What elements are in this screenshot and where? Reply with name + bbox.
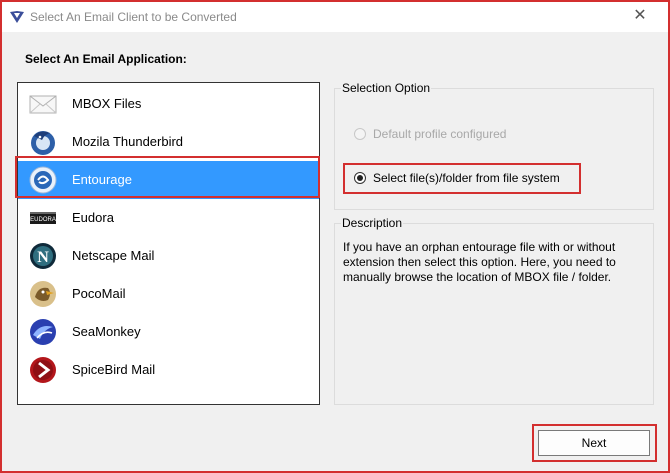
close-button[interactable]: ✕ [630,6,650,26]
list-item-eudora[interactable]: EUDORA Eudora [18,199,319,237]
spicebird-icon [30,357,56,383]
email-application-list: MBOX Files Mozila Thunderbird Entourage [17,82,320,405]
radio-select-file-system-label: Select file(s)/folder from file system [373,171,560,185]
list-item-netscape-mail[interactable]: N Netscape Mail [18,237,319,275]
list-item-pocomail[interactable]: PocoMail [18,275,319,313]
description-text: If you have an orphan entourage file wit… [343,240,616,284]
svg-text:N: N [37,249,49,266]
email-application-label: Select An Email Application: [25,52,187,66]
dialog-window: Select An Email Client to be Converted ✕… [2,2,668,471]
list-item-thunderbird[interactable]: Mozila Thunderbird [18,123,319,161]
list-item-seamonkey[interactable]: SeaMonkey [18,313,319,351]
list-item-label: Mozila Thunderbird [72,134,184,149]
eudora-icon: EUDORA [30,212,56,224]
svg-text:EUDORA: EUDORA [30,217,56,223]
list-item-spicebird-mail[interactable]: SpiceBird Mail [18,351,319,389]
list-item-label: Eudora [72,210,114,225]
list-item-label: Entourage [72,172,132,187]
radio-default-profile-label: Default profile configured [373,127,507,141]
netscape-icon: N [30,243,56,269]
thunderbird-icon [31,131,55,155]
list-item-label: MBOX Files [72,96,142,111]
radio-select-file-system-button[interactable] [354,172,366,184]
seamonkey-icon [30,319,56,345]
window-title: Select An Email Client to be Converted [30,10,237,24]
title-bar: Select An Email Client to be Converted ✕ [2,2,668,32]
list-item-label: PocoMail [72,286,126,301]
list-item-mbox-files[interactable]: MBOX Files [18,85,319,123]
list-item-label: Netscape Mail [72,248,155,263]
app-logo-icon [10,11,24,23]
list-item-entourage[interactable]: Entourage [18,161,319,199]
description-title: Description [341,216,404,230]
list-item-label: SeaMonkey [72,324,141,339]
list-item-label: SpiceBird Mail [72,362,156,377]
pocomail-icon [30,281,56,307]
envelope-icon [29,95,57,114]
radio-default-profile-button [354,128,366,140]
next-button[interactable]: Next [538,430,650,456]
selection-option-title: Selection Option [341,81,432,95]
entourage-icon [29,166,57,194]
